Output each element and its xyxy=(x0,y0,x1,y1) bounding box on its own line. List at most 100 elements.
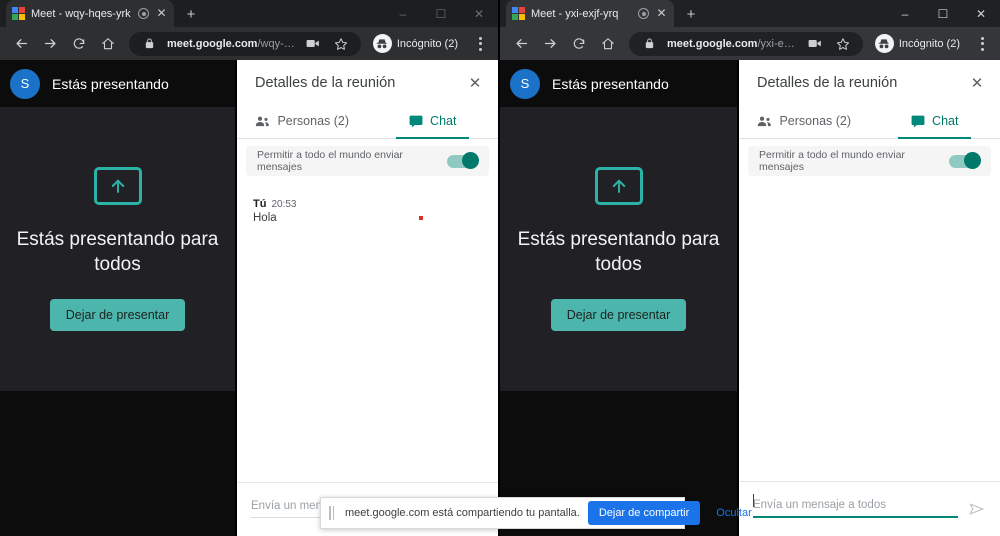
lock-icon xyxy=(139,34,159,54)
address-bar[interactable]: meet.google.com/yxi-exjf-yrq xyxy=(629,31,863,56)
chat-composer xyxy=(739,481,1000,536)
presenter-status: Estás presentando xyxy=(52,75,169,92)
allow-messages-label: Permitir a todo el mundo enviar mensajes xyxy=(759,149,905,173)
meet-stage: S Estás presentando Estás presentando pa… xyxy=(500,60,737,536)
presenter-bar: S Estás presentando xyxy=(500,60,737,107)
tab-close-icon[interactable]: ✕ xyxy=(155,7,168,20)
new-tab-button[interactable]: + xyxy=(683,7,699,22)
browser-tab[interactable]: Meet - yxi-exjf-yrq ✕ xyxy=(506,0,674,27)
browser-window-left: Meet - wqy-hqes-yrk ✕ + – ☐ ✕ meet.googl… xyxy=(0,0,498,536)
reload-icon[interactable] xyxy=(566,31,592,57)
close-icon[interactable]: ✕ xyxy=(968,74,986,92)
incognito-profile-pill[interactable]: Incógnito (2) xyxy=(871,32,969,56)
video-cast-icon[interactable] xyxy=(303,34,323,54)
tab-personas[interactable]: Personas (2) xyxy=(739,104,870,138)
minimize-button[interactable]: – xyxy=(886,0,924,27)
star-icon[interactable] xyxy=(331,34,351,54)
text-caret xyxy=(753,494,754,507)
presenting-card: Estás presentando para todos Dejar de pr… xyxy=(500,107,737,391)
meet-favicon-icon xyxy=(12,7,25,20)
back-arrow-icon[interactable] xyxy=(8,31,34,57)
new-tab-button[interactable]: + xyxy=(183,7,199,22)
avatar: S xyxy=(10,68,40,99)
allow-messages-row: Permitir a todo el mundo enviar mensajes xyxy=(748,146,991,176)
meeting-details-panel: Detalles de la reunión ✕ Personas (2) Ch… xyxy=(235,60,498,536)
back-arrow-icon[interactable] xyxy=(508,31,534,57)
people-icon xyxy=(255,115,270,128)
star-icon[interactable] xyxy=(833,34,853,54)
tab-chat[interactable]: Chat xyxy=(870,104,1000,139)
stop-presenting-button[interactable]: Dejar de presentar xyxy=(550,299,687,332)
maximize-button[interactable]: ☐ xyxy=(924,0,962,27)
panel-tabs: Personas (2) Chat xyxy=(739,104,1000,139)
avatar: S xyxy=(510,68,540,99)
forward-arrow-icon[interactable] xyxy=(537,31,563,57)
drag-grip-icon[interactable] xyxy=(329,506,337,520)
recording-indicator-icon xyxy=(138,8,149,19)
chat-bubble-icon xyxy=(409,115,423,128)
video-cast-icon[interactable] xyxy=(805,34,825,54)
tab-close-icon[interactable]: ✕ xyxy=(655,7,668,20)
presenting-card: Estás presentando para todos Dejar de pr… xyxy=(0,107,235,391)
allow-messages-row: Permitir a todo el mundo enviar mensajes xyxy=(246,146,489,176)
meet-page: S Estás presentando Estás presentando pa… xyxy=(0,60,498,536)
forward-arrow-icon[interactable] xyxy=(37,31,63,57)
close-window-button[interactable]: ✕ xyxy=(460,0,498,27)
meet-stage: S Estás presentando Estás presentando pa… xyxy=(0,60,235,536)
close-window-button[interactable]: ✕ xyxy=(962,0,1000,27)
minimize-button[interactable]: – xyxy=(384,0,422,27)
window-controls: – ☐ ✕ xyxy=(384,0,498,27)
url-host: meet.google.com xyxy=(667,37,758,50)
omnibox-row: meet.google.com/wqy-hqes-yrk Incógnito (… xyxy=(0,27,498,60)
stop-presenting-button[interactable]: Dejar de presentar xyxy=(49,299,186,332)
panel-title: Detalles de la reunión xyxy=(255,75,396,91)
maximize-button[interactable]: ☐ xyxy=(422,0,460,27)
tab-chat-label: Chat xyxy=(430,114,457,128)
meet-favicon-icon xyxy=(512,7,525,20)
panel-header: Detalles de la reunión ✕ xyxy=(739,60,1000,104)
address-bar[interactable]: meet.google.com/wqy-hqes-yrk xyxy=(129,31,361,56)
hide-sharing-bar-button[interactable]: Ocultar xyxy=(708,507,759,519)
allow-messages-label: Permitir a todo el mundo enviar mensajes xyxy=(257,149,403,173)
present-screen-icon xyxy=(594,166,643,205)
tab-chat[interactable]: Chat xyxy=(368,104,499,139)
presenter-status: Estás presentando xyxy=(552,75,669,92)
tab-title: Meet - yxi-exjf-yrq xyxy=(531,7,619,20)
tab-title: Meet - wqy-hqes-yrk xyxy=(31,7,131,20)
window-controls: – ☐ ✕ xyxy=(886,0,1000,27)
send-icon[interactable] xyxy=(968,500,986,518)
stop-sharing-button[interactable]: Dejar de compartir xyxy=(587,501,701,525)
tab-personas-label: Personas (2) xyxy=(779,114,852,128)
panel-header: Detalles de la reunión ✕ xyxy=(237,60,498,104)
reload-icon[interactable] xyxy=(66,31,92,57)
url-path: /wqy-hqes-yrk xyxy=(257,37,294,50)
browser-tab[interactable]: Meet - wqy-hqes-yrk ✕ xyxy=(6,0,174,27)
tab-strip: Meet - yxi-exjf-yrq ✕ + – ☐ ✕ xyxy=(500,0,1000,27)
presenting-message: Estás presentando para todos xyxy=(16,228,219,275)
allow-messages-toggle[interactable] xyxy=(949,152,981,169)
people-icon xyxy=(757,115,772,128)
screen-root: Meet - wqy-hqes-yrk ✕ + – ☐ ✕ meet.googl… xyxy=(0,0,1000,536)
url-text: meet.google.com/wqy-hqes-yrk xyxy=(167,38,295,50)
home-icon[interactable] xyxy=(595,31,621,57)
chrome-menu-icon[interactable] xyxy=(972,32,992,56)
incognito-label: Incógnito (2) xyxy=(898,37,960,50)
home-icon[interactable] xyxy=(95,31,121,57)
incognito-profile-pill[interactable]: Incógnito (2) xyxy=(369,32,467,56)
url-text: meet.google.com/yxi-exjf-yrq xyxy=(667,38,797,50)
chat-message-time: 20:53 xyxy=(271,199,297,210)
stage-filler xyxy=(0,391,235,536)
chat-input[interactable] xyxy=(753,499,958,518)
tab-personas[interactable]: Personas (2) xyxy=(237,104,368,138)
url-host: meet.google.com xyxy=(167,37,258,50)
chat-message-meta: Tú 20:53 xyxy=(253,198,482,210)
allow-messages-toggle[interactable] xyxy=(447,152,479,169)
close-icon[interactable]: ✕ xyxy=(466,74,484,92)
url-path: /yxi-exjf-yrq xyxy=(757,37,796,50)
panel-title: Detalles de la reunión xyxy=(757,75,898,91)
lock-icon xyxy=(639,34,659,54)
chat-messages-list xyxy=(739,176,1000,481)
chrome-menu-icon[interactable] xyxy=(470,32,490,56)
recording-indicator-icon xyxy=(638,8,649,19)
sharing-message: meet.google.com está compartiendo tu pan… xyxy=(345,507,580,519)
